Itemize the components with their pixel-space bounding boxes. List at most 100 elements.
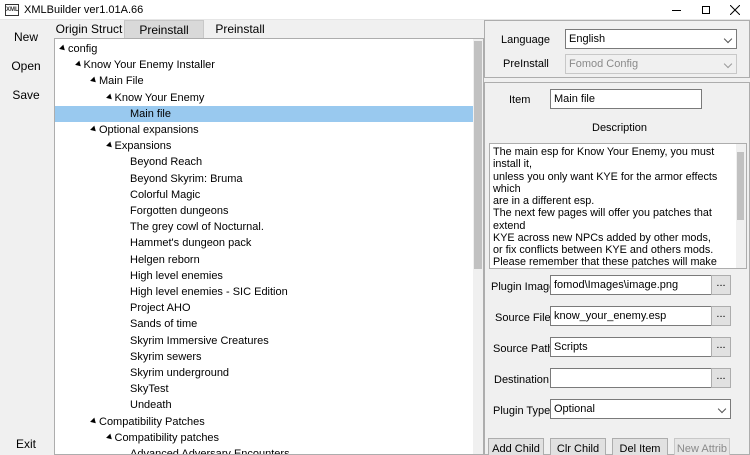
language-label: Language [501,34,550,46]
source-file-browse-button[interactable]: ... [711,306,731,326]
item-label: Item [509,94,531,106]
add-child-button[interactable]: Add Child [488,438,544,455]
tree-item[interactable]: Sands of time [55,316,473,332]
tree-item[interactable]: SkyTest [55,381,473,397]
tree-item[interactable]: High level enemies [55,268,473,284]
expanded-arrow-icon[interactable] [74,60,83,69]
source-path-browse-button[interactable]: ... [711,337,731,357]
tree-item[interactable]: Project AHO [55,300,473,316]
tree-item[interactable]: High level enemies - SIC Edition [55,284,473,300]
description-scrollbar[interactable] [736,144,746,268]
del-item-button[interactable]: Del Item [612,438,668,455]
tree-item[interactable]: Main File [55,73,473,89]
tree-item[interactable]: Optional expansions [55,122,473,138]
tree-item[interactable]: Colorful Magic [55,187,473,203]
tree-item[interactable]: Beyond Reach [55,154,473,170]
item-field[interactable]: Main file [550,89,702,109]
tree-item[interactable]: Compatibility patches [55,430,473,446]
tree-item-label: Project AHO [130,302,191,315]
tab-preinstall-struct[interactable]: Preinstall Struct [124,20,204,55]
chevron-down-icon [717,404,727,414]
expanded-arrow-icon[interactable] [90,125,98,134]
tree-item-label: Compatibility patches [114,431,220,444]
new-button[interactable]: New [0,27,52,47]
tree-item-label: Skyrim Immersive Creatures [130,334,269,347]
settings-group: Language English PreInstall Fomod Config [484,20,750,78]
preinstall-value: Fomod Config [569,58,639,70]
language-select[interactable]: English [565,29,737,49]
tree-item[interactable]: Hammet's dungeon pack [55,235,473,251]
tree-item[interactable]: Undeath [55,397,473,413]
tree-scrollbar[interactable] [473,39,483,454]
open-button[interactable]: Open [0,56,52,76]
tree-item[interactable]: Compatibility Patches [55,414,473,430]
tree-item-label: Know Your Enemy [114,91,205,104]
plugin-image-label: Plugin Image [491,281,556,293]
clr-child-button[interactable]: Clr Child [550,438,606,455]
exit-button[interactable]: Exit [0,434,52,454]
tree-item[interactable]: Beyond Skyrim: Bruma [55,171,473,187]
plugin-image-browse-button[interactable]: ... [711,275,731,295]
source-path-field[interactable]: Scripts [550,337,712,357]
tree-item[interactable]: The grey cowl of Nocturnal. [55,219,473,235]
source-path-label: Source Path [493,343,554,355]
left-toolbar: New Open Save Exit [0,20,52,455]
expanded-arrow-icon[interactable] [90,417,98,425]
tree-item-label: Know Your Enemy Installer [83,59,215,72]
tree-item-label: The grey cowl of Nocturnal. [130,221,264,234]
language-value: English [569,33,606,45]
maximize-button[interactable] [692,0,720,20]
new-attrib-button[interactable]: New Attrib [674,438,730,455]
tree-item[interactable]: Advanced Adversary Encounters [55,446,473,454]
description-line: KYE across new NPCs added by other mods, [493,231,711,244]
close-button[interactable] [721,0,749,20]
tree-item-label: Colorful Magic [130,188,201,201]
tree-item-label: Skyrim underground [130,367,230,379]
source-file-label: Source File [495,312,551,324]
chevron-down-icon [723,59,733,69]
destination-field[interactable] [550,368,712,388]
expanded-arrow-icon[interactable] [105,433,114,442]
description-line: or fix conflicts between KYE and others … [493,244,714,256]
plugin-image-field[interactable]: fomod\Images\image.png [550,275,712,295]
description-textarea[interactable]: The main esp for Know Your Enemy, you mu… [489,143,747,269]
tree-item[interactable]: Skyrim sewers [55,349,473,365]
description-line: Please remember that these patches will … [493,256,717,269]
tree-view[interactable]: config Know Your Enemy Installer Main File… [54,38,484,455]
save-button[interactable]: Save [0,85,52,105]
expanded-arrow-icon[interactable] [90,77,98,85]
tree-item[interactable]: config [55,41,473,57]
close-icon [730,5,740,15]
expanded-arrow-icon[interactable] [105,93,114,101]
tab-origin-struct[interactable]: Origin Struct [55,20,123,39]
tree-item[interactable]: Expansions [55,138,473,154]
tree-item[interactable]: Forgotten dungeons [55,203,473,219]
expanded-arrow-icon[interactable] [59,44,67,53]
source-file-field[interactable]: know_your_enemy.esp [550,306,712,326]
tree-item-label: Compatibility Patches [99,415,205,428]
preinstall-select[interactable]: Fomod Config [565,54,737,74]
tree-scrollbar-thumb[interactable] [474,41,482,269]
destination-browse-button[interactable]: ... [711,368,731,388]
description-line: The main esp for Know Your Enemy, you mu… [493,146,715,171]
tree-item-label: Main file [130,107,171,120]
tree-item[interactable]: Know Your Enemy Installer [55,57,473,73]
tree-item[interactable]: Skyrim underground [55,365,473,381]
properties-panel: Language English PreInstall Fomod Config… [484,20,750,455]
tree-item[interactable]: Main file [55,105,473,122]
item-details-group: Item Main file Description The main esp … [484,82,750,455]
tree-item-label: Beyond Reach [130,156,203,169]
tree-item[interactable]: Skyrim Immersive Creatures [55,333,473,349]
title-bar: XML XMLBuilder ver1.01A.66 [0,0,750,20]
plugin-type-label: Plugin Type [493,405,551,417]
tree-item-label: High level enemies - SIC Edition [130,286,288,298]
tree-item[interactable]: Know Your Enemy [55,90,473,106]
tree-item[interactable]: Helgen reborn [55,252,473,268]
plugin-type-select[interactable]: Optional [550,399,731,419]
minimize-button[interactable] [662,0,690,20]
expanded-arrow-icon[interactable] [105,141,114,150]
tree-item-label: Sands of time [130,318,198,331]
description-scrollbar-thumb[interactable] [737,152,744,220]
tree-item-label: Hammet's dungeon pack [130,237,252,250]
tab-preinstall-file[interactable]: Preinstall File [205,20,275,54]
